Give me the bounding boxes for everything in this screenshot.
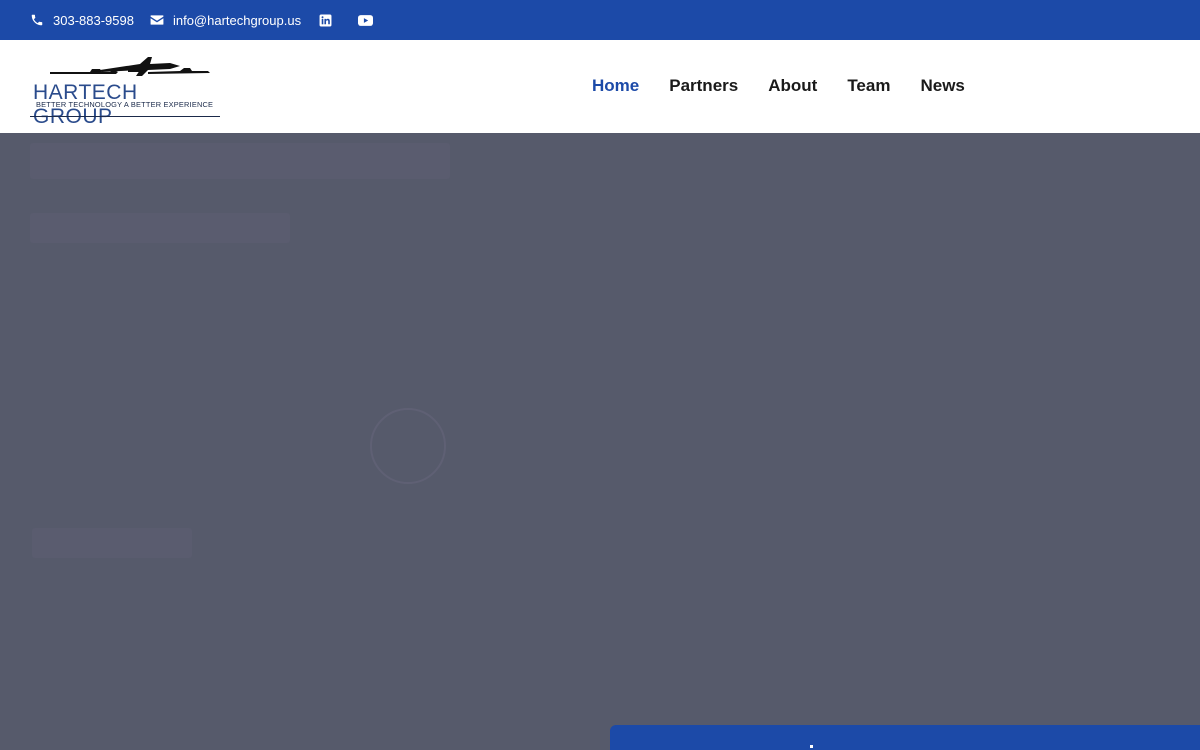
logo-tagline: BETTER TECHNOLOGY A BETTER EXPERIENCE [36, 100, 214, 109]
phone-number: 303-883-9598 [53, 12, 134, 28]
modal-overlay[interactable] [0, 133, 1200, 750]
logo-divider [30, 116, 220, 117]
hero-button-placeholder [32, 528, 192, 558]
nav-about[interactable]: About [768, 76, 817, 96]
email-link[interactable]: info@hartechgroup.us [150, 13, 301, 28]
phone-icon [31, 14, 43, 26]
top-contact-bar: 303-883-9598 info@hartechgroup.us [0, 0, 1200, 40]
nav-team[interactable]: Team [847, 76, 890, 96]
nav-partners[interactable]: Partners [669, 76, 738, 96]
email-address: info@hartechgroup.us [172, 12, 302, 28]
nav-news[interactable]: News [920, 76, 964, 96]
youtube-icon[interactable] [358, 14, 374, 26]
nav-home[interactable]: Home [592, 76, 639, 96]
hero-badge-placeholder [370, 408, 446, 484]
hero-subheading-placeholder [30, 213, 290, 243]
linkedin-icon[interactable] [319, 14, 332, 27]
site-header: HARTECH GROUP BETTER TECHNOLOGY A BETTER… [0, 40, 1200, 133]
phone-link[interactable]: 303-883-9598 [30, 13, 134, 28]
panel-marker [810, 745, 813, 748]
main-nav: Home Partners About Team News [592, 76, 995, 96]
bottom-popup-panel[interactable] [610, 725, 1200, 750]
aircraft-logo-icon [50, 57, 210, 76]
envelope-icon [150, 15, 164, 25]
hero-heading-placeholder [30, 143, 450, 179]
social-links [319, 14, 399, 27]
logo[interactable]: HARTECH GROUP BETTER TECHNOLOGY A BETTER… [30, 54, 220, 128]
